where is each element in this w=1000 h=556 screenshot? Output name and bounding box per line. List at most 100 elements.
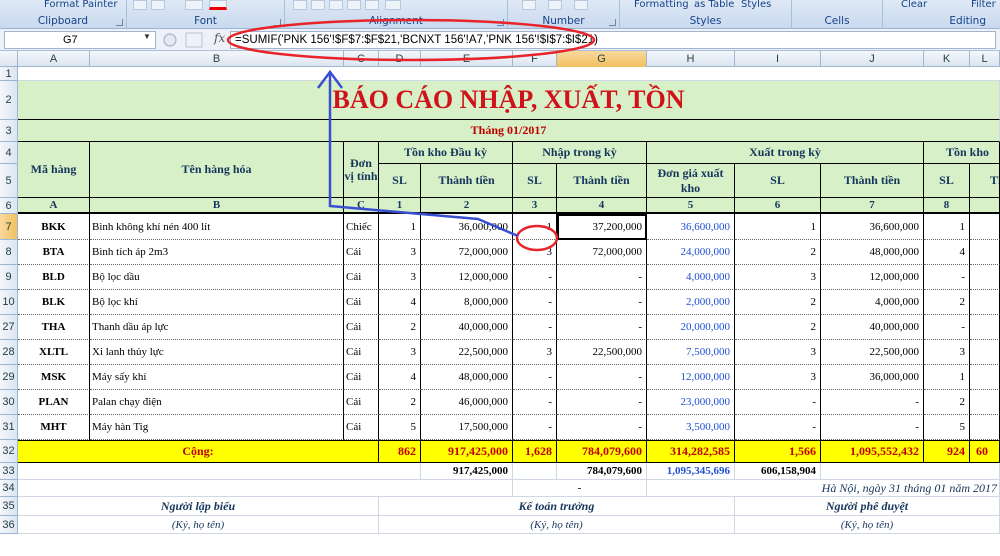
report-subtitle[interactable]: Tháng 01/2017 [18, 120, 1000, 142]
item-tt-dau[interactable]: 17,500,000 [421, 415, 513, 440]
item-name[interactable]: Bộ lọc dầu [90, 265, 344, 290]
fill-color-icon[interactable] [185, 0, 203, 10]
item-code[interactable]: XLTL [18, 340, 90, 365]
row-header[interactable]: 4 [0, 142, 18, 164]
row-header[interactable]: 3 [0, 120, 18, 142]
item-sl-ton[interactable]: 4 [924, 240, 970, 265]
item-tt-xuat[interactable]: 36,600,000 [821, 214, 924, 240]
item-code[interactable]: BTA [18, 240, 90, 265]
item-unit[interactable]: Cái [344, 290, 379, 315]
check-total-g[interactable]: 784,079,600 [557, 463, 647, 480]
header-don-gia-xuat[interactable]: Đơn giá xuất kho [647, 164, 735, 198]
item-unit[interactable]: Cái [344, 365, 379, 390]
item-tt-dau[interactable]: 22,500,000 [421, 340, 513, 365]
item-tt-xuat[interactable]: 40,000,000 [821, 315, 924, 340]
item-unit[interactable]: Cái [344, 240, 379, 265]
column-header-d[interactable]: D [379, 51, 421, 67]
item-sl-nhap[interactable]: 1 [513, 214, 557, 240]
item-name[interactable]: Máy hàn Tig [90, 415, 344, 440]
item-name[interactable]: Máy sấy khí [90, 365, 344, 390]
column-header-b[interactable]: B [90, 51, 344, 67]
item-tt-ton[interactable] [970, 240, 1000, 265]
item-sl-nhap[interactable]: - [513, 415, 557, 440]
item-tt-nhap[interactable]: - [557, 290, 647, 315]
item-don-gia-xuat[interactable]: 4,000,000 [647, 265, 735, 290]
header-thanh-tien[interactable]: Thành tiền [557, 164, 647, 198]
item-name[interactable]: Bình không khí nén 400 lít [90, 214, 344, 240]
item-tt-dau[interactable]: 48,000,000 [421, 365, 513, 390]
item-sl-ton[interactable]: 3 [924, 340, 970, 365]
item-sl-xuat[interactable]: 3 [735, 365, 821, 390]
header-sl[interactable]: SL [924, 164, 970, 198]
blank-cell[interactable] [18, 480, 513, 497]
item-sl-dau[interactable]: 1 [379, 214, 421, 240]
item-tt-nhap[interactable]: - [557, 390, 647, 415]
total-label[interactable]: Cộng: [18, 440, 379, 463]
header-thanh-tien[interactable]: Thành tiền [821, 164, 924, 198]
formula-input[interactable]: =SUMIF('PNK 156'!$F$7:$F$21,'BCNXT 156'!… [230, 31, 996, 49]
number-launcher-icon[interactable] [609, 19, 616, 26]
item-tt-ton[interactable] [970, 390, 1000, 415]
comma-button[interactable] [574, 0, 588, 10]
column-header-c[interactable]: C [344, 51, 379, 67]
merge-button[interactable] [385, 0, 401, 10]
item-sl-xuat[interactable]: 3 [735, 265, 821, 290]
total-sl-nhap[interactable]: 1,628 [513, 440, 557, 463]
blank-cell[interactable] [821, 463, 1000, 480]
increase-indent-button[interactable] [365, 0, 379, 10]
item-sl-dau[interactable]: 4 [379, 365, 421, 390]
item-name[interactable]: Xi lanh thủy lực [90, 340, 344, 365]
decrease-indent-button[interactable] [347, 0, 361, 10]
item-tt-xuat[interactable]: 36,000,000 [821, 365, 924, 390]
item-tt-dau[interactable]: 8,000,000 [421, 290, 513, 315]
item-tt-nhap[interactable]: - [557, 415, 647, 440]
item-sl-ton[interactable]: - [924, 265, 970, 290]
signature-note[interactable]: (Ký, họ tên) [735, 516, 1000, 534]
total-sl-dau[interactable]: 862 [379, 440, 421, 463]
item-tt-ton[interactable] [970, 290, 1000, 315]
item-unit[interactable]: Cái [344, 265, 379, 290]
signature-nguoi-duyet[interactable]: Người phê duyệt [735, 497, 1000, 516]
item-tt-nhap[interactable]: 37,200,000 [557, 214, 647, 240]
index-cell[interactable]: 5 [647, 198, 735, 214]
index-cell[interactable]: 8 [924, 198, 970, 214]
index-cell[interactable]: 3 [513, 198, 557, 214]
font-color-icon[interactable] [209, 0, 227, 10]
column-header-a[interactable]: A [18, 51, 90, 67]
item-sl-xuat[interactable]: 2 [735, 290, 821, 315]
row-header[interactable]: 5 [0, 164, 18, 198]
header-ton-cuoi[interactable]: Tồn kho [924, 142, 1000, 164]
index-cell[interactable]: 6 [735, 198, 821, 214]
header-ton-dau[interactable]: Tồn kho Đầu kỳ [379, 142, 513, 164]
column-header-e[interactable]: E [421, 51, 513, 67]
clear-button[interactable]: Clear [901, 0, 927, 10]
row-header[interactable]: 8 [0, 240, 18, 265]
currency-button[interactable] [522, 0, 536, 10]
item-sl-xuat[interactable]: 2 [735, 240, 821, 265]
item-don-gia-xuat[interactable]: 3,500,000 [647, 415, 735, 440]
header-ten-hang[interactable]: Tên hàng hóa [90, 142, 344, 198]
check-total-i[interactable]: 606,158,904 [735, 463, 821, 480]
item-sl-dau[interactable]: 3 [379, 240, 421, 265]
item-sl-ton[interactable]: - [924, 315, 970, 340]
item-sl-nhap[interactable]: 3 [513, 340, 557, 365]
format-painter-button[interactable]: Format Painter [44, 0, 117, 10]
item-tt-ton[interactable] [970, 415, 1000, 440]
item-sl-dau[interactable]: 3 [379, 265, 421, 290]
signature-note[interactable]: (Ký, họ tên) [18, 516, 379, 534]
header-sl[interactable]: SL [379, 164, 421, 198]
index-cell[interactable]: 4 [557, 198, 647, 214]
index-cell[interactable] [970, 198, 1000, 214]
header-sl[interactable]: SL [513, 164, 557, 198]
chevron-down-icon[interactable]: ▼ [143, 32, 151, 41]
row-header[interactable]: 9 [0, 265, 18, 290]
item-tt-xuat[interactable]: 48,000,000 [821, 240, 924, 265]
item-don-gia-xuat[interactable]: 20,000,000 [647, 315, 735, 340]
index-cell[interactable]: 7 [821, 198, 924, 214]
item-don-gia-xuat[interactable]: 7,500,000 [647, 340, 735, 365]
item-tt-ton[interactable] [970, 265, 1000, 290]
check-total-e[interactable]: 917,425,000 [421, 463, 513, 480]
filter-button[interactable]: Filter [971, 0, 996, 10]
percent-button[interactable] [548, 0, 562, 10]
item-don-gia-xuat[interactable]: 12,000,000 [647, 365, 735, 390]
